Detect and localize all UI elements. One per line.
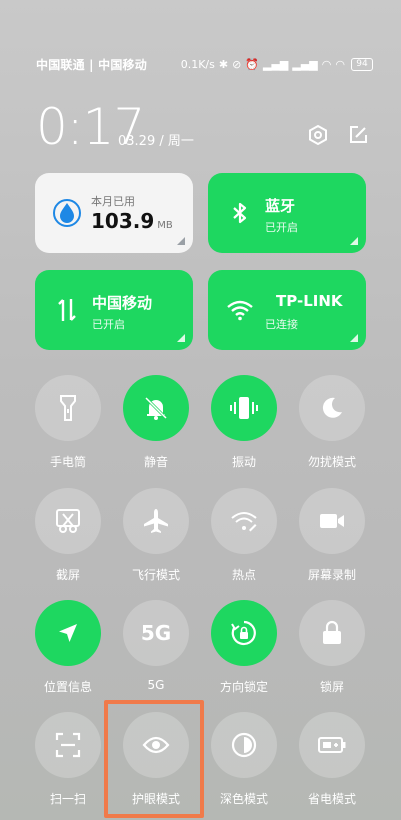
scan-button[interactable] bbox=[35, 712, 101, 778]
status-icons: 0.1K/s ✱ ⊘ ⏰ ▂▄▆ ▂▄▆ ◠ ◠ 94 bbox=[180, 57, 373, 71]
location-button[interactable] bbox=[35, 600, 101, 666]
bluetooth-tile[interactable]: 蓝牙 已开启 bbox=[208, 173, 366, 253]
hotspot-button[interactable] bbox=[211, 488, 277, 554]
bluetooth-icon bbox=[226, 198, 254, 228]
toggle-label: 扫一扫 bbox=[49, 792, 86, 806]
flashlight-icon bbox=[60, 395, 76, 421]
wifi-icon bbox=[226, 295, 254, 325]
rotation-lock-icon bbox=[231, 620, 256, 646]
edit-icon[interactable] bbox=[347, 124, 369, 146]
toggle-label: 位置信息 bbox=[43, 680, 92, 694]
lock-screen-button[interactable] bbox=[299, 600, 365, 666]
dark-mode-icon bbox=[231, 732, 257, 758]
bluetooth-status-icon: ✱ bbox=[218, 57, 229, 71]
battery-saver-icon bbox=[318, 737, 346, 753]
toggle-screenshot[interactable]: 截屏 bbox=[24, 488, 112, 583]
video-camera-icon bbox=[320, 514, 344, 528]
vibrate-button[interactable] bbox=[211, 375, 277, 441]
do-not-disturb-button[interactable] bbox=[299, 375, 365, 441]
screen-record-button[interactable] bbox=[299, 488, 365, 554]
toggle-label: 屏幕录制 bbox=[307, 568, 356, 582]
toggle-label: 飞行模式 bbox=[131, 568, 180, 582]
battery-level: 94 bbox=[351, 57, 373, 71]
wifi-status-icon-2: ◠ bbox=[335, 57, 345, 71]
airplane-button[interactable] bbox=[123, 488, 189, 554]
toggle-flashlight[interactable]: 手电筒 bbox=[24, 375, 112, 470]
scissors-icon bbox=[56, 509, 80, 533]
wifi-status-icon: ◠ bbox=[321, 57, 332, 71]
data-arrows-icon bbox=[53, 295, 81, 325]
bell-off-icon bbox=[144, 396, 168, 420]
wifi-status: 已连接 bbox=[265, 318, 298, 331]
data-usage-tile[interactable]: 本月已用 103.9 MB bbox=[35, 173, 193, 253]
expand-corner-icon bbox=[350, 237, 358, 245]
wifi-title: TP-LINK bbox=[276, 292, 343, 310]
toggle-label: 手电筒 bbox=[49, 455, 86, 469]
5g-icon: 5G bbox=[140, 621, 172, 645]
alarm-status-icon: ⏰ bbox=[245, 57, 259, 71]
toggle-battery-saver[interactable]: 省电模式 bbox=[288, 712, 376, 807]
toggle-label: 省电模式 bbox=[307, 792, 356, 806]
screenshot-button[interactable] bbox=[35, 488, 101, 554]
toggle-screen-record[interactable]: 屏幕录制 bbox=[288, 488, 376, 583]
lock-icon bbox=[323, 620, 341, 644]
toggle-hotspot[interactable]: 热点 bbox=[200, 488, 288, 583]
toggle-label: 截屏 bbox=[55, 568, 80, 582]
expand-corner-icon bbox=[177, 334, 185, 342]
toggle-dark-mode[interactable]: 深色模式 bbox=[200, 712, 288, 807]
toggle-label: 方向锁定 bbox=[219, 680, 268, 694]
date-text: 03.29 / 周一 bbox=[118, 134, 194, 149]
toggle-airplane[interactable]: 飞行模式 bbox=[112, 488, 200, 583]
signal-2-icon: ▂▄▆ bbox=[292, 57, 318, 71]
toggle-do-not-disturb[interactable]: 勿扰模式 bbox=[288, 375, 376, 470]
toggle-label: 5G bbox=[147, 678, 165, 692]
carrier-names: 中国联通 | 中国移动 bbox=[36, 57, 147, 72]
highlight-box bbox=[104, 700, 204, 818]
toggle-rotation-lock[interactable]: 方向锁定 bbox=[200, 600, 288, 695]
settings-gear-icon[interactable] bbox=[307, 124, 329, 146]
signal-1-icon: ▂▄▆ bbox=[263, 57, 289, 71]
toggle-location[interactable]: 位置信息 bbox=[24, 600, 112, 695]
hotspot-icon bbox=[231, 512, 257, 532]
toggle-label: 静音 bbox=[143, 455, 168, 469]
mobile-data-title: 中国移动 bbox=[92, 294, 153, 312]
expand-corner-icon bbox=[177, 237, 185, 245]
toggle-label: 深色模式 bbox=[219, 792, 268, 806]
toggle-label: 锁屏 bbox=[319, 680, 344, 694]
scan-icon bbox=[55, 732, 81, 758]
battery-saver-button[interactable] bbox=[299, 712, 365, 778]
toggle-vibrate[interactable]: 振动 bbox=[200, 375, 288, 470]
bluetooth-status: 已开启 bbox=[265, 221, 298, 234]
5g-button[interactable]: 5G bbox=[123, 600, 189, 666]
status-bar: 中国联通 | 中国移动 0.1K/s ✱ ⊘ ⏰ ▂▄▆ ▂▄▆ ◠ ◠ 94 bbox=[0, 52, 401, 76]
mobile-data-status: 已开启 bbox=[92, 318, 125, 331]
flashlight-button[interactable] bbox=[35, 375, 101, 441]
toggle-label: 勿扰模式 bbox=[307, 455, 356, 469]
mobile-data-tile[interactable]: 中国移动 已开启 bbox=[35, 270, 193, 350]
toggle-label: 振动 bbox=[231, 455, 256, 469]
location-icon bbox=[59, 624, 77, 642]
bluetooth-title: 蓝牙 bbox=[265, 197, 296, 215]
wifi-tile[interactable]: TP-LINK 已连接 bbox=[208, 270, 366, 350]
vibrate-icon bbox=[230, 397, 258, 419]
expand-corner-icon bbox=[350, 334, 358, 342]
network-speed: 0.1K/s bbox=[180, 57, 215, 71]
rotation-lock-button[interactable] bbox=[211, 600, 277, 666]
data-usage-value: 103.9 MB bbox=[91, 209, 173, 233]
airplane-icon bbox=[144, 509, 168, 533]
toggle-mute[interactable]: 静音 bbox=[112, 375, 200, 470]
dark-mode-button[interactable] bbox=[211, 712, 277, 778]
toggle-5g[interactable]: 5G 5G bbox=[112, 600, 200, 692]
mute-button[interactable] bbox=[123, 375, 189, 441]
toggle-lock-screen[interactable]: 锁屏 bbox=[288, 600, 376, 695]
moon-icon bbox=[322, 397, 342, 418]
mute-status-icon: ⊘ bbox=[232, 57, 242, 71]
data-usage-label: 本月已用 bbox=[91, 195, 135, 208]
water-drop-icon bbox=[53, 198, 81, 228]
toggle-label: 热点 bbox=[231, 568, 256, 582]
header-actions bbox=[307, 124, 369, 146]
toggle-scan[interactable]: 扫一扫 bbox=[24, 712, 112, 807]
